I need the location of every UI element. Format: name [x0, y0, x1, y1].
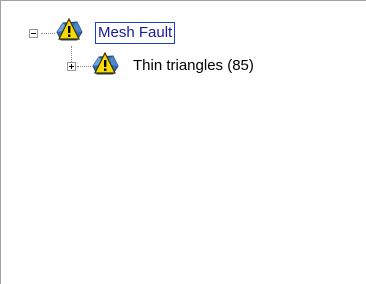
expand-toggle-thin-triangles[interactable] [67, 62, 76, 71]
tree-connector-child [77, 66, 91, 67]
tree-connector-root [41, 33, 55, 34]
warning-mesh-icon [92, 52, 119, 75]
collapse-toggle-root[interactable] [29, 29, 38, 38]
tree-view-panel[interactable]: Mesh Fault Thin triangles (85) [0, 0, 366, 284]
warning-mesh-icon [56, 18, 83, 41]
tree-item-mesh-fault[interactable]: Mesh Fault [95, 22, 176, 44]
tree-item-thin-triangles[interactable]: Thin triangles (85) [131, 56, 256, 76]
